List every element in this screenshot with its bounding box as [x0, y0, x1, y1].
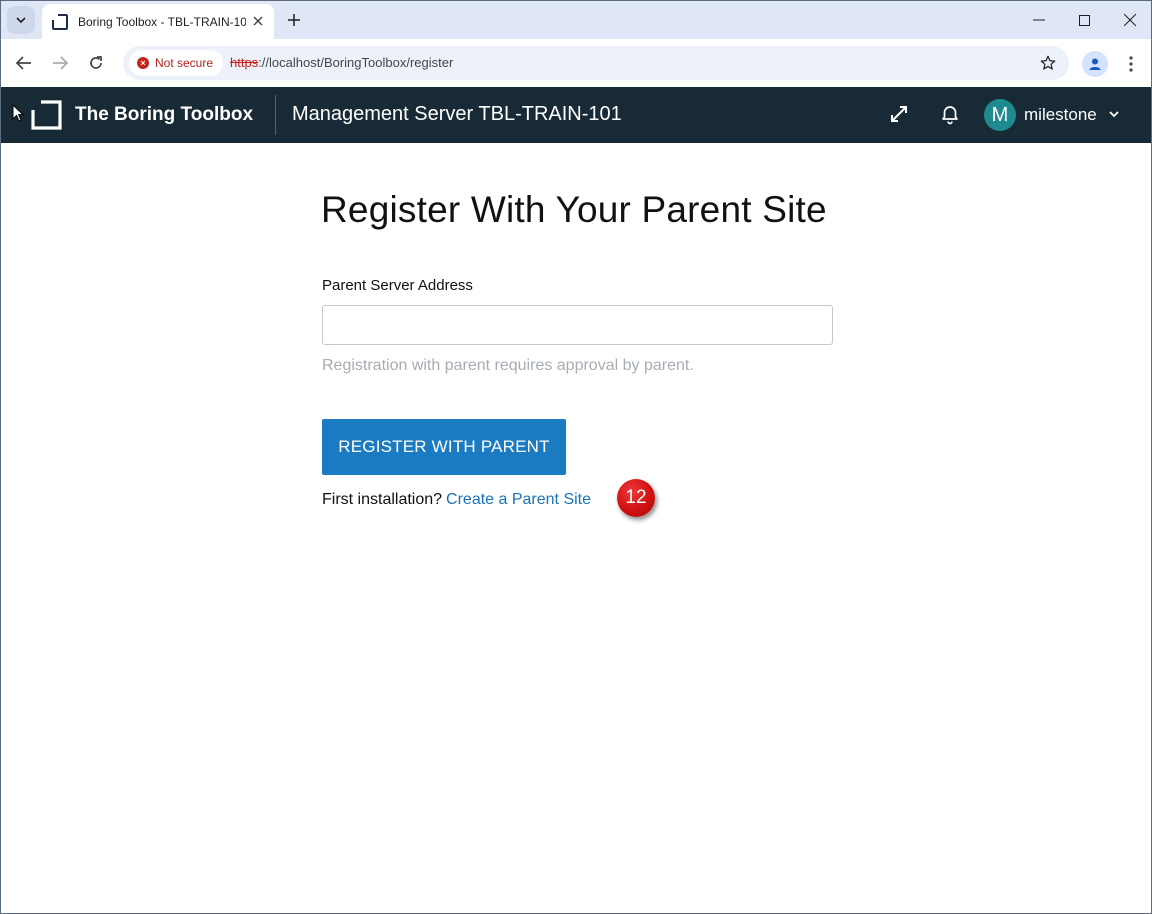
close-icon	[1124, 14, 1136, 26]
register-with-parent-button[interactable]: REGISTER WITH PARENT	[322, 419, 566, 475]
url-scheme: https	[230, 55, 259, 70]
close-icon[interactable]	[250, 13, 266, 29]
back-button[interactable]	[10, 49, 38, 77]
security-chip-label: Not secure	[155, 56, 214, 70]
tab-title: Boring Toolbox - TBL-TRAIN-101	[78, 14, 246, 29]
new-tab-button[interactable]	[283, 9, 305, 31]
first-installation-row: First installation? Create a Parent Site	[322, 491, 591, 509]
fullscreen-button[interactable]	[886, 101, 912, 127]
maximize-icon	[1078, 14, 1090, 26]
arrow-right-icon	[53, 56, 68, 70]
plus-icon	[288, 14, 300, 26]
address-bar[interactable]: × Not secure https://localhost/BoringToo…	[123, 46, 1069, 80]
server-name: Management Server TBL-TRAIN-101	[292, 103, 622, 125]
minimize-button[interactable]	[1016, 1, 1062, 39]
avatar[interactable]: M	[984, 99, 1016, 131]
parent-server-address-input[interactable]	[322, 305, 833, 345]
create-parent-site-link[interactable]: Create a Parent Site	[446, 491, 591, 508]
tab-search-button[interactable]	[7, 6, 35, 34]
minimize-icon	[1033, 19, 1045, 21]
favicon-icon	[51, 12, 68, 30]
parent-server-address-label: Parent Server Address	[322, 277, 473, 294]
user-menu-name[interactable]: milestone	[1024, 105, 1097, 125]
chevron-down-icon[interactable]	[1107, 107, 1121, 121]
chevron-down-icon	[16, 17, 26, 23]
bell-icon	[942, 106, 958, 125]
tab-strip: Boring Toolbox - TBL-TRAIN-101	[1, 1, 1151, 39]
mouse-cursor-icon	[12, 104, 24, 122]
star-icon	[1040, 55, 1056, 70]
forward-button[interactable]	[46, 49, 74, 77]
browser-menu-button[interactable]	[1121, 51, 1141, 77]
reload-button[interactable]	[82, 49, 110, 77]
bookmark-star-button[interactable]	[1039, 54, 1057, 72]
security-chip[interactable]: × Not secure	[129, 50, 224, 76]
first-installation-text: First installation?	[322, 491, 443, 508]
browser-toolbar: × Not secure https://localhost/BoringToo…	[1, 39, 1151, 87]
warning-icon: ×	[137, 57, 149, 69]
url-text[interactable]: https://localhost/BoringToolbox/register	[230, 55, 453, 70]
maximize-button[interactable]	[1061, 1, 1107, 39]
url-path: ://localhost/BoringToolbox/register	[258, 55, 454, 70]
app-logo-icon	[31, 100, 62, 130]
close-window-button[interactable]	[1107, 1, 1151, 39]
profile-button[interactable]	[1082, 51, 1108, 77]
browser-tab[interactable]: Boring Toolbox - TBL-TRAIN-101	[42, 4, 274, 39]
page-title: Register With Your Parent Site	[321, 189, 827, 230]
header-divider	[275, 95, 276, 135]
reload-icon	[90, 56, 102, 69]
expand-icon	[891, 106, 907, 122]
app-name[interactable]: The Boring Toolbox	[75, 104, 253, 126]
notifications-button[interactable]	[937, 101, 963, 127]
arrow-left-icon	[16, 56, 31, 70]
more-vert-icon	[1129, 56, 1133, 72]
step-number-badge: 12	[617, 479, 655, 517]
browser-window: Boring Toolbox - TBL-TRAIN-101 × Not sec…	[0, 0, 1152, 914]
person-icon	[1089, 58, 1101, 70]
approval-help-text: Registration with parent requires approv…	[322, 357, 694, 374]
